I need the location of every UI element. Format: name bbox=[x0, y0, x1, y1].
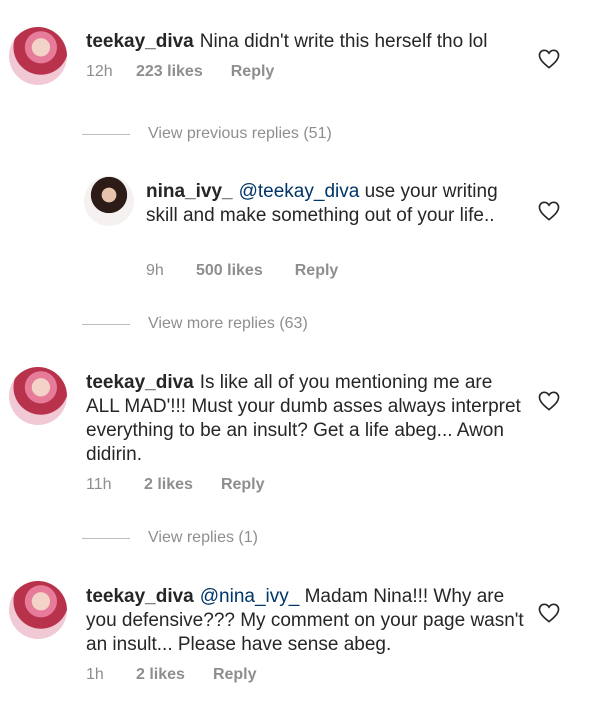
comment-2-meta: 9h 500 likes Reply bbox=[146, 262, 338, 280]
comment-2: nina_ivy_ @teekay_diva use your writing s… bbox=[146, 180, 522, 228]
reply-button[interactable]: Reply bbox=[295, 262, 339, 280]
heart-outline-icon[interactable] bbox=[538, 603, 560, 623]
view-previous-replies-link[interactable]: View previous replies (51) bbox=[82, 125, 332, 143]
comment-1-meta: 12h 223 likes Reply bbox=[86, 63, 274, 81]
avatar[interactable] bbox=[84, 176, 134, 226]
view-replies-label: View replies (1) bbox=[148, 529, 258, 546]
timestamp: 1h bbox=[86, 666, 104, 683]
heart-outline-icon[interactable] bbox=[538, 49, 560, 69]
comment-4-meta: 1h 2 likes Reply bbox=[86, 666, 257, 684]
view-replies-link[interactable]: View replies (1) bbox=[82, 529, 258, 547]
comment-1: teekay_diva Nina didn't write this hersel… bbox=[86, 30, 526, 54]
comment-3-meta: 11h 2 likes Reply bbox=[86, 476, 265, 494]
divider-line bbox=[82, 537, 130, 539]
divider-line bbox=[82, 323, 130, 325]
avatar[interactable] bbox=[9, 27, 67, 85]
view-previous-replies-label: View previous replies (51) bbox=[148, 125, 332, 142]
heart-outline-icon[interactable] bbox=[538, 201, 560, 221]
reply-button[interactable]: Reply bbox=[213, 666, 257, 684]
reply-button[interactable]: Reply bbox=[231, 63, 275, 81]
likes-count[interactable]: 500 likes bbox=[196, 262, 263, 280]
mention-link[interactable]: @nina_ivy_ bbox=[200, 586, 300, 607]
view-more-replies-label: View more replies (63) bbox=[148, 315, 308, 332]
username[interactable]: teekay_diva bbox=[86, 372, 194, 393]
likes-count[interactable]: 2 likes bbox=[136, 666, 185, 684]
comment-4: teekay_diva @nina_ivy_ Madam Nina!!! Why … bbox=[86, 585, 526, 657]
reply-button[interactable]: Reply bbox=[221, 476, 265, 494]
divider-line bbox=[82, 133, 130, 135]
avatar[interactable] bbox=[9, 367, 67, 425]
comments-thread: teekay_diva Nina didn't write this hersel… bbox=[0, 0, 591, 703]
comment-3: teekay_diva Is like all of you mentioning… bbox=[86, 371, 526, 467]
timestamp: 12h bbox=[86, 63, 113, 80]
likes-count[interactable]: 2 likes bbox=[144, 476, 193, 494]
timestamp: 11h bbox=[86, 476, 112, 493]
view-more-replies-link[interactable]: View more replies (63) bbox=[82, 315, 308, 333]
username[interactable]: nina_ivy_ bbox=[146, 181, 233, 202]
heart-outline-icon[interactable] bbox=[538, 391, 560, 411]
timestamp: 9h bbox=[146, 262, 164, 279]
avatar[interactable] bbox=[9, 581, 67, 639]
mention-link[interactable]: @teekay_diva bbox=[239, 181, 360, 202]
username[interactable]: teekay_diva bbox=[86, 586, 194, 607]
username[interactable]: teekay_diva bbox=[86, 31, 194, 52]
likes-count[interactable]: 223 likes bbox=[136, 63, 203, 81]
comment-text: Nina didn't write this herself tho lol bbox=[199, 31, 488, 52]
